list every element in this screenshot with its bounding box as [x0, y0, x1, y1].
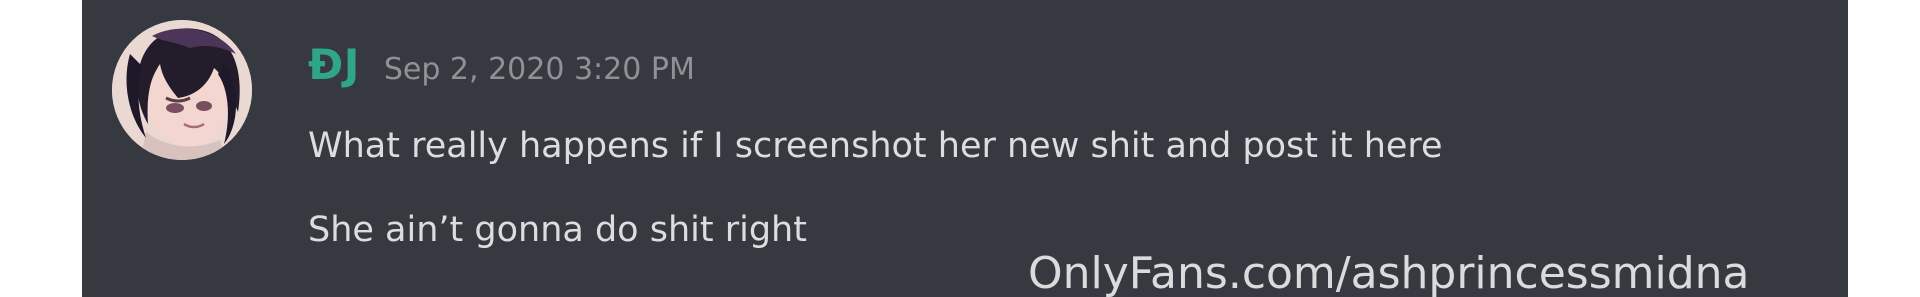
message-header: ĐJ Sep 2, 2020 3:20 PM: [308, 40, 695, 94]
anime-avatar-icon: [112, 20, 252, 160]
watermark-text: OnlyFans.com/ashprincessmidna: [1028, 248, 1750, 297]
user-avatar[interactable]: [112, 20, 252, 160]
message-timestamp: Sep 2, 2020 3:20 PM: [383, 52, 695, 87]
page: ĐJ Sep 2, 2020 3:20 PM What really happe…: [0, 0, 1920, 297]
username[interactable]: ĐJ: [308, 40, 360, 89]
message-text-line: What really happens if I screenshot her …: [308, 126, 1443, 166]
message-text-line: She ain’t gonna do shit right: [308, 210, 807, 250]
